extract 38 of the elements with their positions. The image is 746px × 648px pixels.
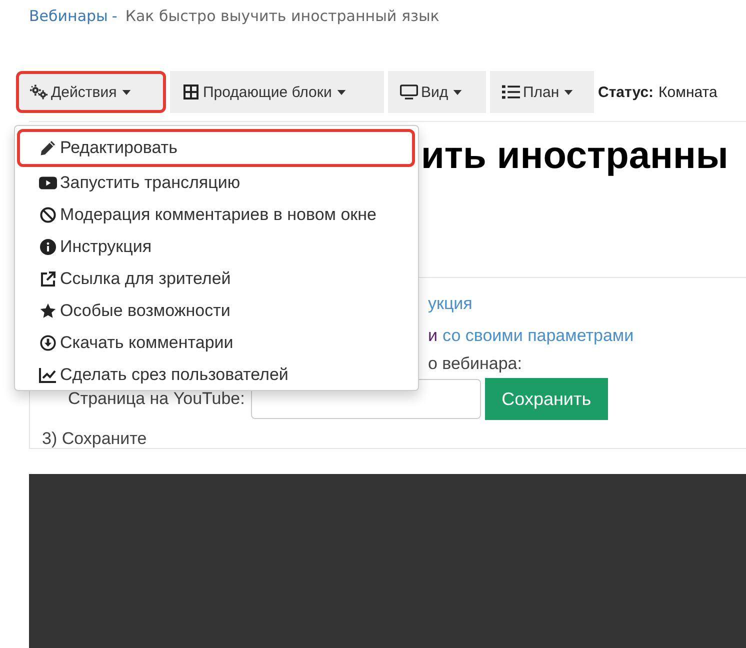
breadcrumb-link[interactable]: Вебинары [29,7,108,25]
monitor-icon [400,84,418,100]
external-link-icon [39,271,57,287]
gears-icon [30,84,48,100]
page-heading: ить иностранны [421,134,730,178]
status-value: Комната [658,84,718,100]
menu-item[interactable]: Скачать комментарии [15,327,418,359]
star-icon [39,303,57,319]
menu-item[interactable]: Сделать срез пользователей [15,359,418,391]
webinar-text: о вебинара: [428,354,522,374]
grid-icon [182,84,200,100]
menu-item[interactable]: Особые возможности [15,295,418,327]
toolbar-dropdown-button[interactable]: Вид [388,71,486,113]
params-text: и [428,326,438,346]
pencil-icon [39,140,57,156]
breadcrumb-separator: - [112,7,118,25]
youtube-label: Страница на YouTube: [68,389,245,409]
list-icon [502,84,520,100]
toolbar-dropdown-button[interactable]: План [490,71,594,113]
toolbar-dropdown-button[interactable]: Продающие блоки [170,71,384,113]
menu-item[interactable]: Инструкция [15,231,418,263]
menu-item[interactable]: Ссылка для зрителей [15,263,418,295]
breadcrumb-current: Как быстро выучить иностранный язык [125,7,440,25]
menu-item[interactable]: Модерация комментариев в новом окне [15,199,418,231]
download-icon [39,335,57,351]
menu-item[interactable]: Редактировать [17,129,415,167]
info-icon [39,239,57,255]
step-text: 3) Сохраните [42,429,147,449]
caret-icon [122,90,131,94]
toolbar-dropdown-button[interactable]: Действия [16,71,166,113]
play-icon [39,175,57,191]
line-chart-icon [39,367,57,383]
menu-item[interactable]: Запустить трансляцию [15,167,418,199]
caret-icon [453,90,462,94]
caret-icon [564,90,574,94]
status-label: Статус: [598,84,654,100]
caret-icon [336,90,346,94]
ban-icon [39,207,57,223]
